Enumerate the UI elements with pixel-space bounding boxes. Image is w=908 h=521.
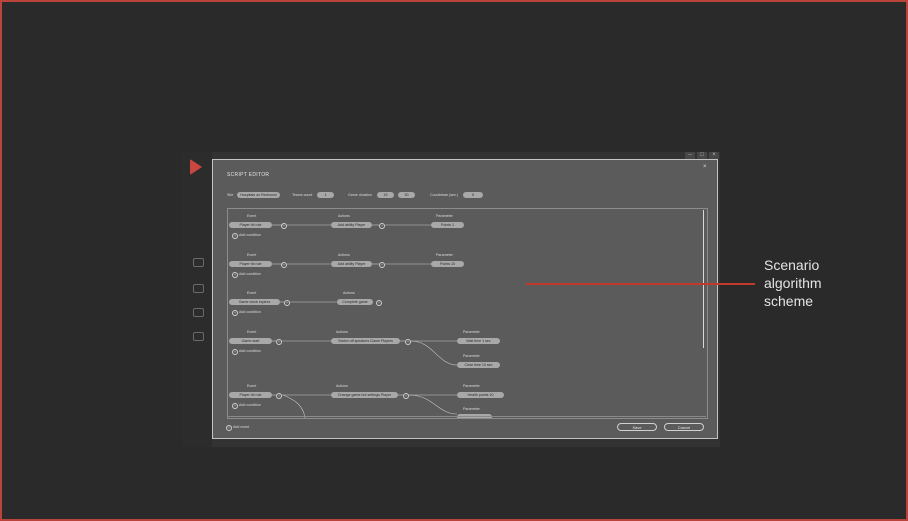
add-icon[interactable]: + [281,262,287,268]
sidebar-icon-4[interactable] [193,332,204,341]
parameter-label: Parameter [463,354,480,358]
parameter-pill[interactable]: Wait time 1 sec [457,338,500,344]
callout-line [526,283,755,285]
add-condition-link[interactable]: Add condition [239,403,261,407]
action-pill[interactable]: Add ability Player [331,222,372,228]
sidebar-icon-2[interactable] [193,284,204,293]
scenario-scheme-panel: Event Player hit rule + Actions Add abil… [227,208,708,419]
sidebar-icon-3[interactable] [193,308,204,317]
add-condition-link[interactable]: Add condition [239,310,261,314]
scrollbar[interactable] [703,210,704,348]
game-duration-input-2[interactable]: 30 [398,192,415,198]
add-icon[interactable]: + [379,223,385,229]
add-condition-icon[interactable]: + [232,403,238,409]
add-icon[interactable]: + [284,300,290,306]
cancel-button[interactable]: Cancel [664,423,704,431]
game-duration-input-1[interactable]: 15 [377,192,394,198]
callout-label: Scenario algorithm scheme [764,257,822,309]
add-icon[interactable]: + [403,393,409,399]
event-label: Event [247,291,257,295]
add-condition-link[interactable]: Add condition [239,349,261,353]
minimize-button[interactable]: – [685,152,695,159]
add-condition-link[interactable]: Add condition [239,272,261,276]
game-duration-label: Game duration [348,193,372,197]
footer-divider [227,416,706,417]
action-label: Actions [338,253,350,257]
parameter-label: Parameter [436,253,453,257]
event-label: Event [247,253,257,257]
parameter-label: Parameter [436,214,453,218]
app-logo-icon [190,159,202,175]
script-editor-dialog: SCRIPT EDITOR × Site Hospitals on Redmon… [212,159,718,439]
add-event-link[interactable]: Add event [233,425,249,429]
action-label: Actions [336,384,348,388]
event-pill[interactable]: Player hit rule [229,261,272,267]
site-select[interactable]: Hospitals on Redmond [237,192,280,198]
add-condition-link[interactable]: Add condition [239,233,261,237]
action-pill[interactable]: Complete game [337,299,373,305]
sidebar [181,152,212,447]
action-pill[interactable]: Switch off speakers Game Players [331,338,400,344]
countdown-label: Countdown (sec.) [430,193,459,197]
add-icon[interactable]: + [276,339,282,345]
parameter-pill[interactable]: Clear time 10 sec [457,362,500,368]
add-icon[interactable]: + [379,262,385,268]
add-condition-icon[interactable]: + [232,349,238,355]
parameter-pill[interactable]: Points 10 [431,261,464,267]
add-condition-icon[interactable]: + [232,272,238,278]
event-label: Event [247,330,257,334]
action-label: Actions [343,291,355,295]
add-icon[interactable]: + [276,393,282,399]
add-condition-icon[interactable]: + [232,233,238,239]
add-event-icon[interactable]: + [226,425,232,431]
parameter-label: Parameter [463,384,480,388]
dialog-title: SCRIPT EDITOR [227,172,270,178]
parameter-label: Parameter [463,407,480,411]
event-label: Event [247,214,257,218]
window-close-button[interactable]: × [709,152,719,159]
event-pill[interactable]: Player hit rule [229,222,272,228]
event-pill[interactable]: Game clock expires [229,299,280,305]
maximize-button[interactable]: □ [697,152,707,159]
site-label: Site [227,193,234,197]
add-icon[interactable]: + [281,223,287,229]
countdown-input[interactable]: 5 [463,192,483,198]
dialog-close-icon[interactable]: × [703,164,707,170]
add-icon[interactable]: + [376,300,382,306]
teams-count-input[interactable]: 1 [317,192,334,198]
save-button[interactable]: Save [617,423,657,431]
add-condition-icon[interactable]: + [232,310,238,316]
parameter-pill[interactable]: Points 1 [431,222,464,228]
action-pill[interactable]: Add ability Player [331,261,372,267]
action-pill[interactable]: Change game bot settings Player [331,392,398,398]
sidebar-icon-1[interactable] [193,258,204,267]
add-icon[interactable]: + [405,339,411,345]
event-pill[interactable]: Game start [229,338,272,344]
parameter-label: Parameter [463,330,480,334]
action-label: Actions [336,330,348,334]
event-label: Event [247,384,257,388]
teams-count-label: Teams count [292,193,313,197]
action-label: Actions [338,214,350,218]
parameter-pill[interactable]: Health points 10 [457,392,504,398]
event-pill[interactable]: Player hit rule [229,392,272,398]
